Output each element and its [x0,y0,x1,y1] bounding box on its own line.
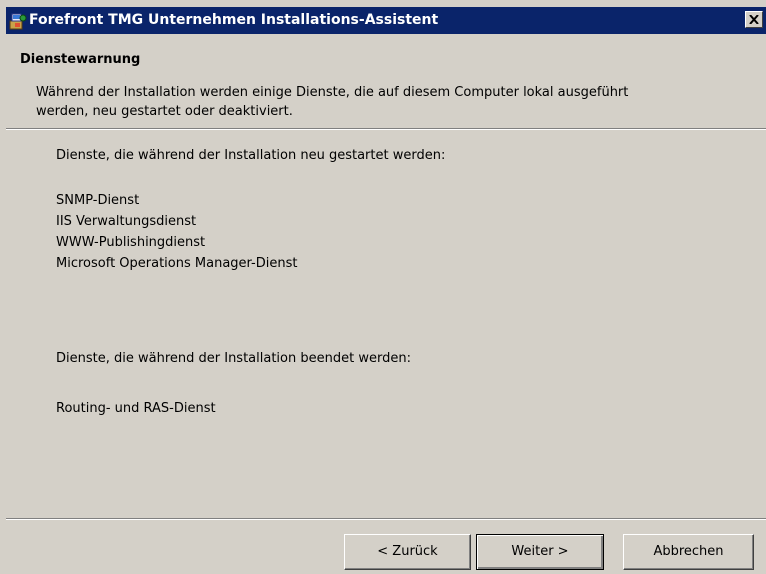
list-item: IIS Verwaltungsdienst [56,214,197,229]
page-description: Während der Installation werden einige D… [36,85,629,119]
restarted-services-heading: Dienste, die während der Installation ne… [56,148,446,163]
footer-divider [6,518,766,520]
wizard-header: Dienstewarnung Während der Installation … [6,34,766,128]
wizard-content: Dienste, die während der Installation ne… [6,130,766,518]
window-title: Forefront TMG Unternehmen Installations-… [29,12,439,28]
next-button[interactable]: Weiter > [476,534,604,570]
installer-icon [9,12,27,30]
stopped-services-heading: Dienste, die während der Installation be… [56,351,411,366]
back-button[interactable]: < Zurück [344,534,471,570]
list-item: SNMP-Dienst [56,193,140,208]
installer-dialog: Forefront TMG Unternehmen Installations-… [0,0,766,574]
close-button[interactable] [745,11,763,28]
cancel-button[interactable]: Abbrechen [623,534,754,570]
list-item: WWW-Publishingdienst [56,235,206,250]
page-title: Dienstewarnung [20,52,141,67]
close-icon [749,15,759,24]
title-bar[interactable]: Forefront TMG Unternehmen Installations-… [6,7,766,34]
list-item: Microsoft Operations Manager-Dienst [56,256,298,271]
list-item: Routing- und RAS-Dienst [56,401,216,416]
